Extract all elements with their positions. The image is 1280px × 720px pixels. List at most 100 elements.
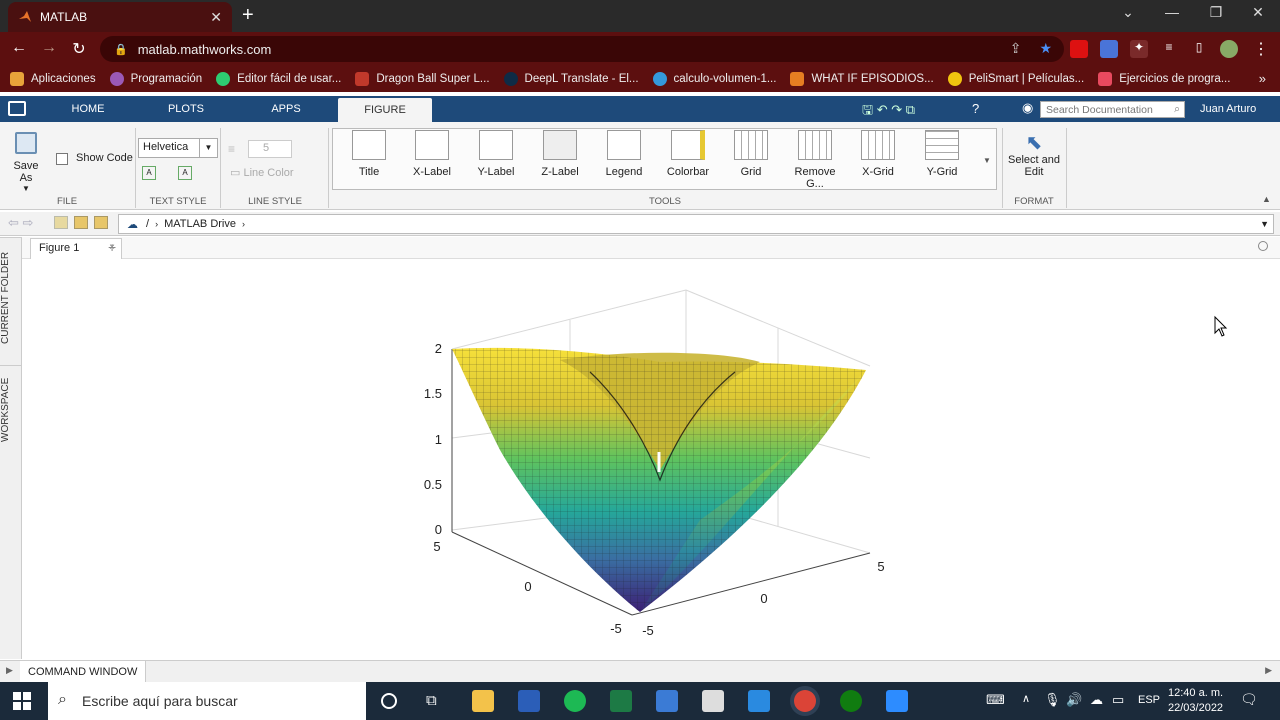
show-code-checkbox[interactable] xyxy=(56,153,68,165)
forward-icon[interactable]: → xyxy=(38,39,60,57)
user-menu[interactable]: Juan Arturo xyxy=(1200,103,1256,115)
taskbar-search-input[interactable]: ⌕ Escribe aquí para buscar xyxy=(48,682,366,720)
nav-arrows-icon[interactable]: ⇦ ⇨ xyxy=(8,215,33,231)
extension-icon[interactable] xyxy=(1070,40,1088,58)
xgrid-tool-button[interactable]: X-Grid xyxy=(848,130,908,178)
bookmark-icon xyxy=(790,72,805,86)
zlabel-tool-button[interactable]: Z-Label xyxy=(530,130,590,178)
decrease-font-icon[interactable]: A xyxy=(178,166,192,180)
back-icon[interactable]: ← xyxy=(8,39,30,57)
quick-access-icons[interactable]: 🖫 ↶ ↷ ⧉ xyxy=(862,101,915,123)
cortana-icon[interactable] xyxy=(381,693,397,709)
figure-canvas[interactable]: 2 1.5 1 0.5 0 5 0 -5 -5 0 5 xyxy=(22,259,1280,659)
media-icon[interactable]: ≡ xyxy=(1160,40,1178,58)
surface-plot[interactable]: 2 1.5 1 0.5 0 5 0 -5 -5 0 5 xyxy=(22,259,1280,659)
current-folder-path[interactable]: ☁ / › MATLAB Drive › ▼ xyxy=(118,214,1274,234)
bookmark-item[interactable]: Editor fácil de usar... xyxy=(216,72,341,86)
colorbar-tool-button[interactable]: Colorbar xyxy=(658,130,718,178)
tab-search-icon[interactable]: ⌄ xyxy=(1108,4,1148,21)
title-tool-button[interactable]: Title xyxy=(339,130,399,178)
line-color-button[interactable]: ▭ Line Color xyxy=(230,166,294,179)
remove-grid-tool-button[interactable]: Remove G... xyxy=(785,130,845,190)
url-text: matlab.mathworks.com xyxy=(137,41,272,57)
language-indicator[interactable]: ESP xyxy=(1138,694,1160,706)
increase-font-icon[interactable]: A xyxy=(142,166,156,180)
address-bar[interactable]: 🔒 matlab.mathworks.com ⇪ ★ xyxy=(100,36,1064,62)
close-tab-icon[interactable]: ✕ xyxy=(210,9,222,26)
bookmark-item[interactable]: Dragon Ball Super L... xyxy=(355,72,490,86)
figure-options-icon[interactable] xyxy=(1258,241,1268,251)
chrome-icon[interactable] xyxy=(794,690,816,712)
bookmark-item[interactable]: calculo-volumen-1... xyxy=(652,72,776,86)
add-figure-icon[interactable]: + xyxy=(108,239,116,255)
tab-apps[interactable]: APPS xyxy=(246,96,326,122)
translate-icon[interactable] xyxy=(1100,40,1118,58)
chevron-down-icon[interactable]: ▼ xyxy=(1260,219,1269,229)
help-icon[interactable]: ? xyxy=(972,101,979,116)
network-icon[interactable]: ▭ xyxy=(1112,692,1124,708)
windows-start-icon[interactable] xyxy=(13,692,31,710)
tab-home[interactable]: HOME xyxy=(48,96,128,122)
browse-folder-icon[interactable] xyxy=(74,216,88,229)
legend-tool-button[interactable]: Legend xyxy=(594,130,654,178)
tray-chevron-icon[interactable]: ∧ xyxy=(1022,692,1030,705)
xlabel-tool-button[interactable]: X-Label xyxy=(402,130,462,178)
restore-icon[interactable]: ❐ xyxy=(1196,4,1236,21)
sidepanel-icon[interactable]: ▯ xyxy=(1190,40,1208,58)
notifications-icon[interactable]: 🗨 xyxy=(1240,691,1258,708)
file-explorer-icon[interactable] xyxy=(472,690,494,712)
spotify-icon[interactable] xyxy=(564,690,586,712)
ylabel-tool-button[interactable]: Y-Label xyxy=(466,130,526,178)
font-select[interactable]: Helvetica ▼ xyxy=(138,138,218,158)
close-window-icon[interactable]: ✕ xyxy=(1238,4,1278,21)
vscode-icon[interactable] xyxy=(748,690,770,712)
word-icon[interactable] xyxy=(518,690,540,712)
browser-tab[interactable]: MATLAB ✕ xyxy=(8,2,232,32)
minimize-icon[interactable]: — xyxy=(1152,4,1192,20)
microphone-icon[interactable]: 🎙 xyxy=(1044,692,1061,708)
expand-icon[interactable]: ▶ xyxy=(6,665,13,676)
up-folder-icon[interactable] xyxy=(54,216,68,229)
matlab-home-icon[interactable] xyxy=(8,101,26,116)
expand-icon[interactable]: ▶ xyxy=(1265,665,1272,676)
photos-icon[interactable] xyxy=(656,690,678,712)
avatar[interactable] xyxy=(1220,40,1238,58)
collapse-ribbon-icon[interactable]: ▲ xyxy=(1262,194,1271,204)
tab-plots[interactable]: PLOTS xyxy=(146,96,226,122)
bookmark-star-icon[interactable]: ⇪ ★ xyxy=(1010,40,1052,57)
keyboard-icon[interactable]: ⌨ xyxy=(986,692,1005,708)
xbox-icon[interactable] xyxy=(840,690,862,712)
bookmark-item[interactable]: DeepL Translate - El... xyxy=(503,72,639,86)
zoom-icon[interactable] xyxy=(886,690,908,712)
task-view-icon[interactable]: ⧉ xyxy=(426,692,437,709)
bookmark-item[interactable]: Programación xyxy=(109,72,202,86)
line-width-spinner[interactable]: 5 xyxy=(248,140,292,158)
tab-figure[interactable]: FIGURE xyxy=(338,98,432,122)
grid-tool-button[interactable]: Grid xyxy=(721,130,781,178)
excel-icon[interactable] xyxy=(610,690,632,712)
save-as-button[interactable]: Save As ▼ xyxy=(6,132,46,193)
app-icon[interactable] xyxy=(702,690,724,712)
cloud-icon[interactable]: ☁ xyxy=(1090,692,1103,708)
current-folder-tab[interactable]: CURRENT FOLDER xyxy=(0,237,22,357)
folder-icon[interactable] xyxy=(94,216,108,229)
community-icon[interactable]: ◉ xyxy=(1022,100,1033,116)
bookmark-item[interactable]: Ejercicios de progra... xyxy=(1098,72,1230,86)
volume-icon[interactable]: 🔊 xyxy=(1066,692,1082,708)
bookmark-item[interactable]: Aplicaciones xyxy=(10,72,96,86)
ygrid-tool-button[interactable]: Y-Grid xyxy=(912,130,972,178)
gallery-expand-icon[interactable]: ▼ xyxy=(983,156,991,165)
bookmark-item[interactable]: WHAT IF EPISODIOS... xyxy=(790,72,934,86)
select-and-edit-button[interactable]: ⬉ Select and Edit xyxy=(1006,132,1062,178)
new-tab-icon[interactable]: + xyxy=(242,4,254,26)
path-folder[interactable]: MATLAB Drive xyxy=(164,218,236,230)
menu-icon[interactable]: ⋮ xyxy=(1250,39,1272,59)
clock[interactable]: 12:40 a. m. 22/03/2022 xyxy=(1168,686,1223,716)
bookmark-item[interactable]: PeliSmart | Películas... xyxy=(947,72,1084,86)
command-window-tab[interactable]: COMMAND WINDOW xyxy=(20,661,147,683)
puzzle-icon[interactable]: ✦ xyxy=(1130,40,1148,58)
workspace-tab[interactable]: WORKSPACE xyxy=(0,365,22,453)
more-bookmarks-icon[interactable]: » xyxy=(1259,71,1266,86)
search-documentation-input[interactable]: Search Documentation ⌕ xyxy=(1040,101,1185,118)
reload-icon[interactable]: ↻ xyxy=(68,39,90,59)
